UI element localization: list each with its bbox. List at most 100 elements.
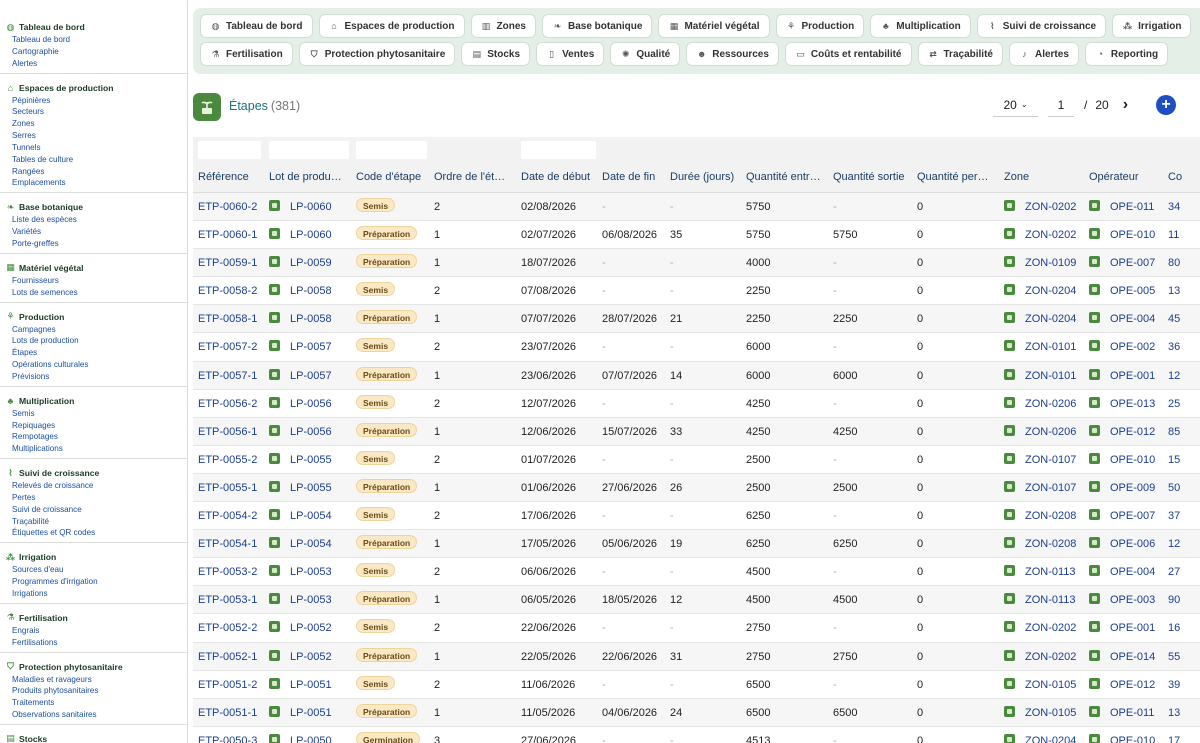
table-row[interactable]: ETP-0058-2 LP-0058 Semis 2 07/08/2026 - - 2250 -… [193, 277, 1200, 306]
cost-link[interactable]: 39 [1168, 679, 1180, 691]
lot-link[interactable]: LP-0051 [290, 679, 332, 691]
zone-link[interactable]: ZON-0107 [1025, 482, 1076, 494]
operator-link[interactable]: OPE-005 [1110, 285, 1155, 297]
sidebar-item-zones[interactable]: Zones [5, 118, 187, 130]
sidebar-item-previsions[interactable]: Prévisions [5, 371, 187, 383]
column-header-operateur[interactable]: Opérateur [1089, 171, 1165, 183]
reference-link[interactable]: ETP-0060-2 [198, 201, 257, 213]
reference-link[interactable]: ETP-0054-2 [198, 510, 257, 522]
lot-link[interactable]: LP-0055 [290, 482, 332, 494]
table-row[interactable]: ETP-0052-2 LP-0052 Semis 2 22/06/2026 - - 2750 -… [193, 614, 1200, 643]
toolbar-button-irrigation[interactable]: ⁂ Irrigation [1112, 14, 1192, 38]
sidebar-item-fournisseurs[interactable]: Fournisseurs [5, 275, 187, 287]
lot-link[interactable]: LP-0050 [290, 735, 332, 743]
filter-input-date-de-debut[interactable] [521, 141, 596, 159]
lot-link[interactable]: LP-0052 [290, 651, 332, 663]
sidebar-item-pertes[interactable]: Pertes [5, 492, 187, 504]
cost-link[interactable]: 12 [1168, 538, 1180, 550]
sidebar-item-emplacements[interactable]: Emplacements [5, 177, 187, 189]
zone-link[interactable]: ZON-0206 [1025, 426, 1076, 438]
reference-link[interactable]: ETP-0054-1 [198, 538, 257, 550]
operator-link[interactable]: OPE-004 [1110, 313, 1155, 325]
lot-link[interactable]: LP-0056 [290, 426, 332, 438]
sidebar-item-repiquages[interactable]: Repiquages [5, 420, 187, 432]
table-row[interactable]: ETP-0052-1 LP-0052 Préparation 1 22/05/2026 2… [193, 642, 1200, 671]
column-header-zone[interactable]: Zone [1004, 171, 1087, 183]
operator-link[interactable]: OPE-001 [1110, 370, 1155, 382]
sidebar-item-traitements[interactable]: Traitements [5, 697, 187, 709]
toolbar-button-tracabilite[interactable]: ⇄ Traçabilité [917, 42, 1003, 66]
column-header-reference[interactable]: Référence [198, 171, 266, 183]
cost-link[interactable]: 17 [1168, 735, 1180, 743]
cost-link[interactable]: 13 [1168, 285, 1180, 297]
zone-link[interactable]: ZON-0105 [1025, 707, 1076, 719]
reference-link[interactable]: ETP-0055-2 [198, 454, 257, 466]
toolbar-button-ressources[interactable]: ☻ Ressources [686, 42, 779, 66]
toolbar-button-suivi-de-croissance[interactable]: ⌇ Suivi de croissance [976, 14, 1107, 38]
cost-link[interactable]: 80 [1168, 257, 1180, 269]
sidebar-header-multiplication[interactable]: ♣ Multiplication [5, 394, 187, 408]
sidebar-item-etiquettes-et-qr-codes[interactable]: Étiquettes et QR codes [5, 527, 187, 539]
zone-link[interactable]: ZON-0204 [1025, 285, 1076, 297]
reference-link[interactable]: ETP-0052-2 [198, 622, 257, 634]
filter-input-reference[interactable] [198, 141, 261, 159]
zone-link[interactable]: ZON-0105 [1025, 679, 1076, 691]
operator-link[interactable]: OPE-014 [1110, 651, 1155, 663]
lot-link[interactable]: LP-0057 [290, 341, 332, 353]
sidebar-item-etapes[interactable]: Étapes [5, 347, 187, 359]
lot-link[interactable]: LP-0051 [290, 707, 332, 719]
operator-link[interactable]: OPE-012 [1110, 679, 1155, 691]
sidebar-item-multiplications[interactable]: Multiplications [5, 443, 187, 455]
cost-link[interactable]: 90 [1168, 594, 1180, 606]
sidebar-item-rempotages[interactable]: Rempotages [5, 431, 187, 443]
sidebar-item-produits-phytosanitaires[interactable]: Produits phytosanitaires [5, 685, 187, 697]
toolbar-button-zones[interactable]: ▥ Zones [470, 14, 536, 38]
sidebar-item-secteurs[interactable]: Secteurs [5, 106, 187, 118]
toolbar-button-espaces-de-production[interactable]: ⌂ Espaces de production [318, 14, 465, 38]
lot-link[interactable]: LP-0055 [290, 454, 332, 466]
cost-link[interactable]: 50 [1168, 482, 1180, 494]
filter-input-code-d-etape[interactable] [356, 141, 427, 159]
lot-link[interactable]: LP-0054 [290, 538, 332, 550]
lot-link[interactable]: LP-0056 [290, 398, 332, 410]
reference-link[interactable]: ETP-0060-1 [198, 229, 257, 241]
column-header-date-de-fin[interactable]: Date de fin [602, 171, 668, 183]
operator-link[interactable]: OPE-003 [1110, 594, 1155, 606]
sidebar-item-alertes[interactable]: Alertes [5, 58, 187, 70]
toolbar-button-reporting[interactable]: ◔ Reporting [1084, 42, 1169, 66]
sidebar-item-operations-culturales[interactable]: Opérations culturales [5, 359, 187, 371]
reference-link[interactable]: ETP-0058-2 [198, 285, 257, 297]
table-row[interactable]: ETP-0051-1 LP-0051 Préparation 1 11/05/2026 0… [193, 698, 1200, 727]
column-header-quantite-sortie[interactable]: Quantité sortie [833, 171, 915, 183]
sidebar-item-serres[interactable]: Serres [5, 130, 187, 142]
sidebar-item-lots-de-semences[interactable]: Lots de semences [5, 287, 187, 299]
sidebar-item-releves-de-croissance[interactable]: Relevés de croissance [5, 480, 187, 492]
column-header-ordre-de-l-et[interactable]: Ordre de l'ét… [434, 171, 519, 183]
zone-link[interactable]: ZON-0206 [1025, 398, 1076, 410]
column-header-co[interactable]: Co [1168, 171, 1198, 183]
toolbar-button-protection-phytosanitaire[interactable]: ⛉ Protection phytosanitaire [298, 42, 456, 66]
current-page-input[interactable]: 1 [1048, 93, 1074, 117]
operator-link[interactable]: OPE-006 [1110, 538, 1155, 550]
reference-link[interactable]: ETP-0050-3 [198, 735, 257, 743]
zone-link[interactable]: ZON-0202 [1025, 229, 1076, 241]
table-row[interactable]: ETP-0057-2 LP-0057 Semis 2 23/07/2026 - - 6000 -… [193, 333, 1200, 362]
reference-link[interactable]: ETP-0055-1 [198, 482, 257, 494]
sidebar-item-tracabilite[interactable]: Traçabilité [5, 516, 187, 528]
toolbar-button-alertes[interactable]: ♪ Alertes [1008, 42, 1079, 66]
sidebar-header-irrigation[interactable]: ⁂ Irrigation [5, 550, 187, 564]
table-row[interactable]: ETP-0051-2 LP-0051 Semis 2 11/06/2026 - - 6500 -… [193, 671, 1200, 699]
reference-link[interactable]: ETP-0058-1 [198, 313, 257, 325]
zone-link[interactable]: ZON-0109 [1025, 257, 1076, 269]
sidebar-item-fertilisations[interactable]: Fertilisations [5, 637, 187, 649]
cost-link[interactable]: 37 [1168, 510, 1180, 522]
table-row[interactable]: ETP-0056-2 LP-0056 Semis 2 12/07/2026 - - 4250 -… [193, 390, 1200, 418]
cost-link[interactable]: 45 [1168, 313, 1180, 325]
column-header-code-d-etape[interactable]: Code d'étape [356, 171, 432, 183]
sidebar-header-materiel-vegetal[interactable]: ▦ Matériel végétal [5, 261, 187, 275]
sidebar-header-protection-phytosanitaire[interactable]: ⛉ Protection phytosanitaire [5, 660, 187, 674]
lot-link[interactable]: LP-0053 [290, 594, 332, 606]
sidebar-item-irrigations[interactable]: Irrigations [5, 588, 187, 600]
sidebar-header-fertilisation[interactable]: ⚗ Fertilisation [5, 611, 187, 625]
column-header-duree-jours[interactable]: Durée (jours) [670, 171, 744, 183]
